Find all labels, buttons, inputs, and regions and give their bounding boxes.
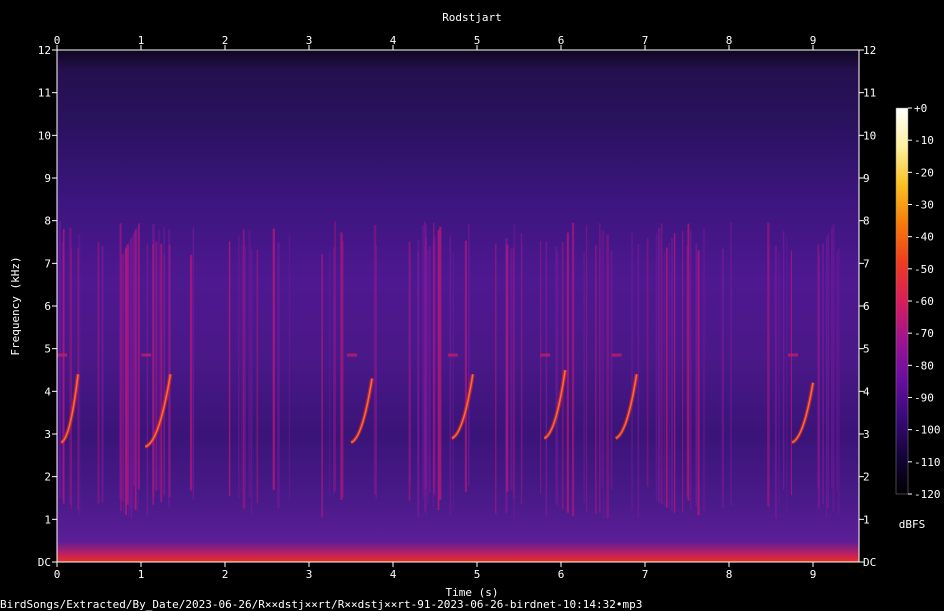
y-tick-label-left: 1 [44, 513, 51, 526]
y-tick-label-right: DC [863, 556, 876, 569]
x-tick-label-top: 1 [138, 34, 145, 47]
y-tick-label-left: 3 [44, 428, 51, 441]
spectrogram-chart: Rodstjart 0123456789 0123456789 DC123456… [0, 11, 941, 611]
x-axis-bottom: 0 1 2 3 4 5 6 7 8 9 [54, 562, 817, 581]
x-tick-label-bottom: 0 [54, 568, 61, 581]
y-tick-label-right: 10 [863, 129, 876, 142]
y-tick-label-left: 4 [44, 385, 51, 398]
y-tick-label-left: 2 [44, 471, 51, 484]
y-tick-label-left: 10 [38, 129, 51, 142]
y-tick-label-left: 9 [44, 172, 51, 185]
y-tick-label-right: 2 [863, 471, 870, 484]
x-tick-label-bottom: 6 [558, 568, 565, 581]
y-tick-label-right: 11 [863, 87, 876, 100]
colorbar-tick-label: -110 [914, 456, 941, 469]
x-tick-label-bottom: 1 [138, 568, 145, 581]
colorbar-tick-label: -100 [914, 424, 941, 437]
y-tick-label-right: 4 [863, 385, 870, 398]
x-tick-label-top: 9 [810, 34, 817, 47]
y-tick-label-left: DC [38, 556, 51, 569]
x-tick-label-top: 2 [222, 34, 229, 47]
x-tick-label-top: 5 [474, 34, 481, 47]
spectrogram-background [57, 50, 859, 562]
y-tick-label-right: 7 [863, 257, 870, 270]
x-tick-label-top: 8 [726, 34, 733, 47]
y-axis-left: DC123456789101112 [38, 44, 57, 569]
chart-title: Rodstjart [442, 11, 502, 24]
colorbar [895, 107, 909, 495]
colorbar-tick-label: -90 [914, 392, 934, 405]
y-tick-label-right: 6 [863, 300, 870, 313]
x-tick-label-top: 4 [390, 34, 397, 47]
colorbar-tick-label: +0 [914, 102, 927, 115]
x-tick-label-bottom: 7 [642, 568, 649, 581]
y-tick-label-right: 8 [863, 215, 870, 228]
x-tick-label-top: 0 [54, 34, 61, 47]
y-axis-label: Frequency (kHz) [9, 256, 22, 355]
x-axis-top: 0 1 2 3 4 5 6 7 8 9 [54, 34, 817, 50]
source-path: BirdSongs/Extracted/By_Date/2023-06-26/R… [0, 598, 642, 611]
colorbar-tick-label: -80 [914, 359, 934, 372]
colorbar-tick-label: -50 [914, 263, 934, 276]
colorbar-tick-label: -10 [914, 134, 934, 147]
colorbar-tick-label: -20 [914, 166, 934, 179]
y-axis-right: DC123456789101112 [859, 44, 876, 569]
y-tick-label-left: 8 [44, 215, 51, 228]
colorbar-label: dBFS [899, 518, 926, 531]
x-tick-label-top: 7 [642, 34, 649, 47]
y-tick-label-right: 3 [863, 428, 870, 441]
y-tick-label-left: 5 [44, 343, 51, 356]
colorbar-tick-label: -30 [914, 199, 934, 212]
colorbar-tick-label: -60 [914, 295, 934, 308]
x-tick-label-bottom: 8 [726, 568, 733, 581]
x-tick-label-top: 3 [306, 34, 313, 47]
x-tick-label-bottom: 9 [810, 568, 817, 581]
y-tick-label-right: 9 [863, 172, 870, 185]
colorbar-tick-label: -40 [914, 231, 934, 244]
x-tick-label-bottom: 3 [306, 568, 313, 581]
spectrogram-plot-area [57, 50, 859, 562]
x-tick-label-top: 6 [558, 34, 565, 47]
colorbar-tick-label: -120 [914, 488, 941, 501]
y-tick-label-right: 12 [863, 44, 876, 57]
colorbar-tick-label: -70 [914, 327, 934, 340]
x-tick-label-bottom: 5 [474, 568, 481, 581]
y-tick-label-right: 5 [863, 343, 870, 356]
x-tick-label-bottom: 4 [390, 568, 397, 581]
colorbar-ticks: +0 -10 -20 -30 -40 -50 -60 -70 -80 -90 -100 -110 -12… [908, 102, 941, 501]
y-tick-label-right: 1 [863, 513, 870, 526]
y-tick-label-left: 6 [44, 300, 51, 313]
x-tick-label-bottom: 2 [222, 568, 229, 581]
y-tick-label-left: 7 [44, 257, 51, 270]
y-tick-label-left: 12 [38, 44, 51, 57]
y-tick-label-left: 11 [38, 87, 51, 100]
